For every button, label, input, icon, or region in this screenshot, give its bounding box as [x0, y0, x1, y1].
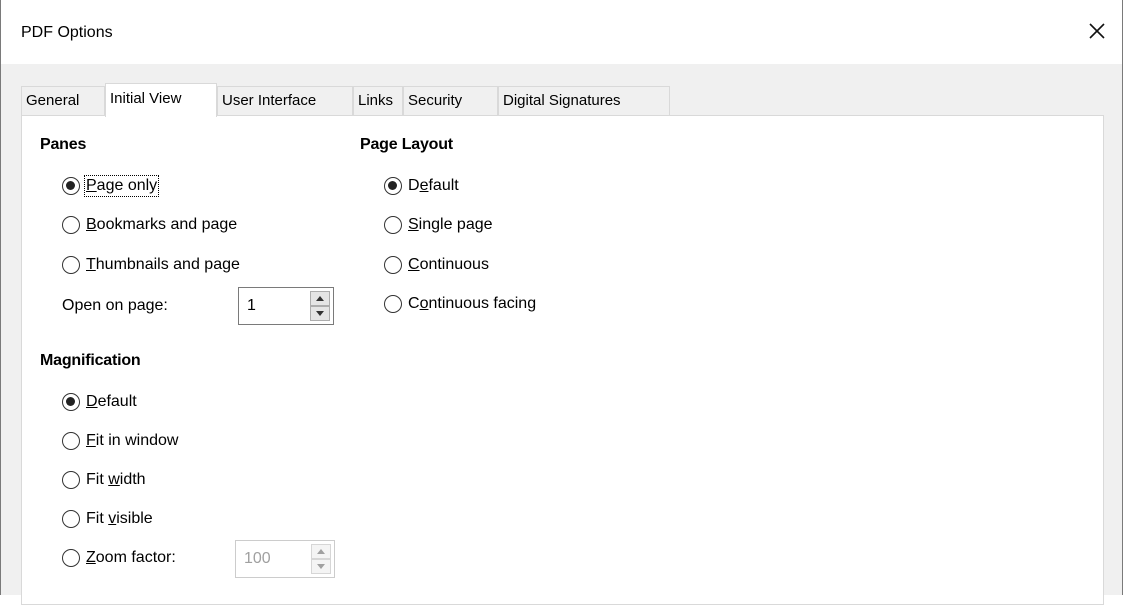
radio-label: Continuous facing	[408, 295, 537, 312]
radio-label: Fit width	[86, 471, 146, 488]
radio-thumbnails-and-page[interactable]: Thumbnails and page	[62, 253, 240, 277]
panes-heading: Panes	[40, 136, 87, 153]
radio-label: Default	[86, 393, 137, 410]
radio-layout-default[interactable]: Default	[384, 174, 459, 198]
tab-general[interactable]: General	[21, 86, 105, 116]
zoom-factor-spinbox[interactable]: 100	[235, 540, 335, 578]
tab-links[interactable]: Links	[353, 86, 403, 116]
radio-continuous-facing[interactable]: Continuous facing	[384, 292, 536, 316]
radio-label: Thumbnails and page	[86, 256, 240, 273]
radio-button[interactable]	[62, 216, 80, 234]
tab-user-interface[interactable]: User Interface	[217, 86, 353, 116]
radio-magnification-default[interactable]: Default	[62, 390, 137, 414]
radio-label: Zoom factor:	[86, 549, 176, 566]
radio-button[interactable]	[62, 549, 80, 567]
title-bar: PDF Options	[1, 0, 1122, 64]
radio-fit-visible[interactable]: Fit visible	[62, 507, 153, 531]
radio-button[interactable]	[62, 510, 80, 528]
radio-zoom-factor[interactable]: Zoom factor:	[62, 546, 176, 570]
radio-continuous[interactable]: Continuous	[384, 253, 489, 277]
initial-view-panel: Panes Page only Bookmarks and page Thumb…	[21, 115, 1104, 605]
tab-label: User Interface	[222, 92, 317, 109]
spin-down-button[interactable]	[310, 306, 330, 321]
close-icon[interactable]	[1084, 18, 1110, 44]
open-on-page-spinbox[interactable]: 1	[238, 287, 334, 325]
radio-label: Fit in window	[86, 432, 179, 449]
radio-label: Bookmarks and page	[86, 216, 238, 233]
radio-bookmarks-and-page[interactable]: Bookmarks and page	[62, 213, 237, 237]
arrow-down-icon	[316, 311, 324, 316]
radio-button[interactable]	[62, 393, 80, 411]
radio-button[interactable]	[384, 295, 402, 313]
radio-label: Continuous	[408, 256, 489, 273]
radio-button[interactable]	[62, 256, 80, 274]
arrow-down-icon	[317, 564, 325, 569]
arrow-up-icon	[316, 296, 324, 301]
radio-label: Page only	[83, 175, 160, 197]
tab-label: Links	[358, 92, 394, 109]
radio-button[interactable]	[384, 256, 402, 274]
tab-security[interactable]: Security	[403, 86, 498, 116]
tab-label: Digital Signatures	[503, 92, 621, 109]
spin-buttons	[311, 544, 331, 574]
open-on-page-value: 1	[247, 297, 256, 314]
tab-digital-signatures[interactable]: Digital Signatures	[498, 86, 670, 116]
radio-fit-width[interactable]: Fit width	[62, 468, 146, 492]
radio-button[interactable]	[384, 216, 402, 234]
radio-fit-in-window[interactable]: Fit in window	[62, 429, 178, 453]
radio-label: Single page	[408, 216, 493, 233]
spin-down-button[interactable]	[311, 559, 331, 574]
radio-button[interactable]	[62, 177, 80, 195]
radio-single-page[interactable]: Single page	[384, 213, 493, 237]
radio-label: Default	[408, 177, 459, 194]
radio-page-only[interactable]: Page only	[62, 174, 160, 198]
tab-label: Initial View	[110, 90, 182, 107]
tab-label: Security	[408, 92, 463, 109]
tab-label: General	[26, 92, 80, 109]
radio-button[interactable]	[62, 471, 80, 489]
spin-buttons	[310, 291, 330, 321]
spin-up-button[interactable]	[310, 291, 330, 306]
open-on-page-label: Open on page:	[62, 297, 168, 314]
magnification-heading: Magnification	[40, 352, 141, 369]
tab-initial-view[interactable]: Initial View	[105, 83, 217, 117]
zoom-factor-value: 100	[244, 550, 271, 567]
radio-button[interactable]	[384, 177, 402, 195]
page-layout-heading: Page Layout	[360, 136, 453, 153]
spin-up-button[interactable]	[311, 544, 331, 559]
pdf-options-dialog: PDF Options General Initial View User In…	[0, 0, 1123, 605]
arrow-up-icon	[317, 549, 325, 554]
radio-button[interactable]	[62, 432, 80, 450]
dialog-title: PDF Options	[21, 24, 113, 41]
radio-label: Fit visible	[86, 510, 153, 527]
